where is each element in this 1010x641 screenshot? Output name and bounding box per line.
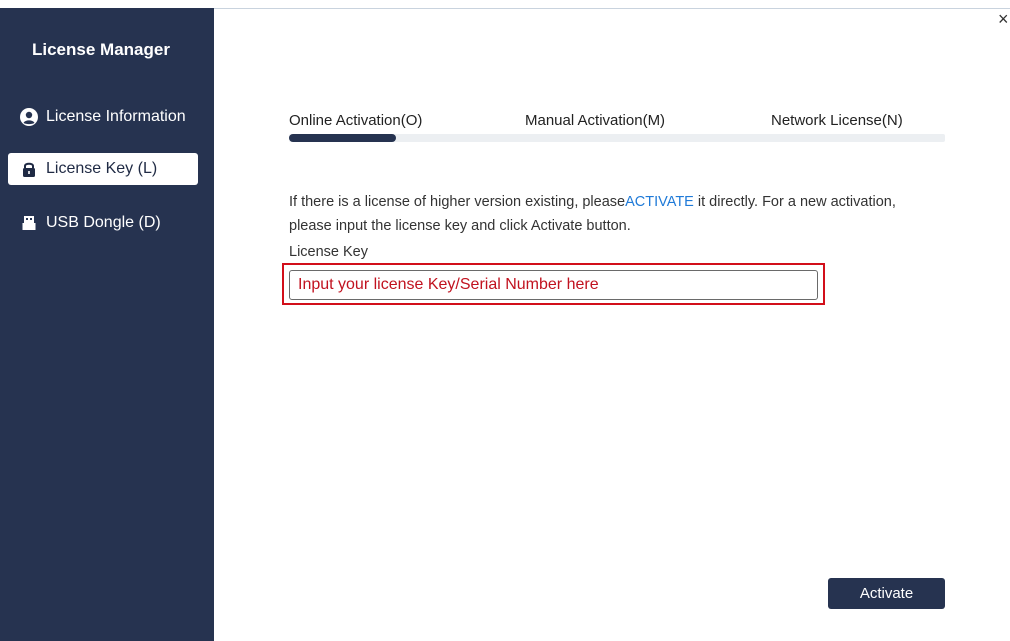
user-icon [20, 108, 38, 126]
sidebar: License Manager License Information Lice… [0, 8, 214, 641]
sidebar-item-label: USB Dongle (D) [46, 214, 161, 231]
sidebar-item-license-information[interactable]: License Information [8, 101, 198, 133]
top-strip [0, 0, 1010, 8]
sidebar-item-label: License Key (L) [46, 160, 158, 177]
app-title: License Manager [32, 40, 170, 59]
license-manager-window: License Manager License Information Lice… [0, 0, 1010, 641]
activate-button[interactable]: Activate [828, 578, 945, 609]
tab-active-indicator [289, 134, 396, 142]
sidebar-item-label: License Information [46, 108, 186, 125]
activate-link[interactable]: ACTIVATE [625, 194, 694, 210]
activation-description: If there is a license of higher version … [289, 190, 929, 238]
description-text: If there is a license of higher version … [289, 194, 626, 210]
tab-manual-activation[interactable]: Manual Activation(M) [525, 112, 665, 129]
sidebar-item-usb-dongle[interactable]: USB Dongle (D) [8, 207, 198, 239]
usb-icon [20, 214, 38, 232]
sidebar-item-license-key[interactable]: License Key (L) [8, 153, 198, 185]
license-key-label: License Key [289, 244, 368, 260]
top-divider [214, 8, 1010, 9]
license-key-input[interactable] [289, 270, 818, 300]
tab-network-license[interactable]: Network License(N) [771, 112, 903, 129]
tab-online-activation[interactable]: Online Activation(O) [289, 112, 422, 129]
lock-icon [20, 160, 38, 178]
activation-tabs: Online Activation(O) Manual Activation(M… [289, 112, 945, 142]
close-icon[interactable]: × [998, 10, 1010, 28]
